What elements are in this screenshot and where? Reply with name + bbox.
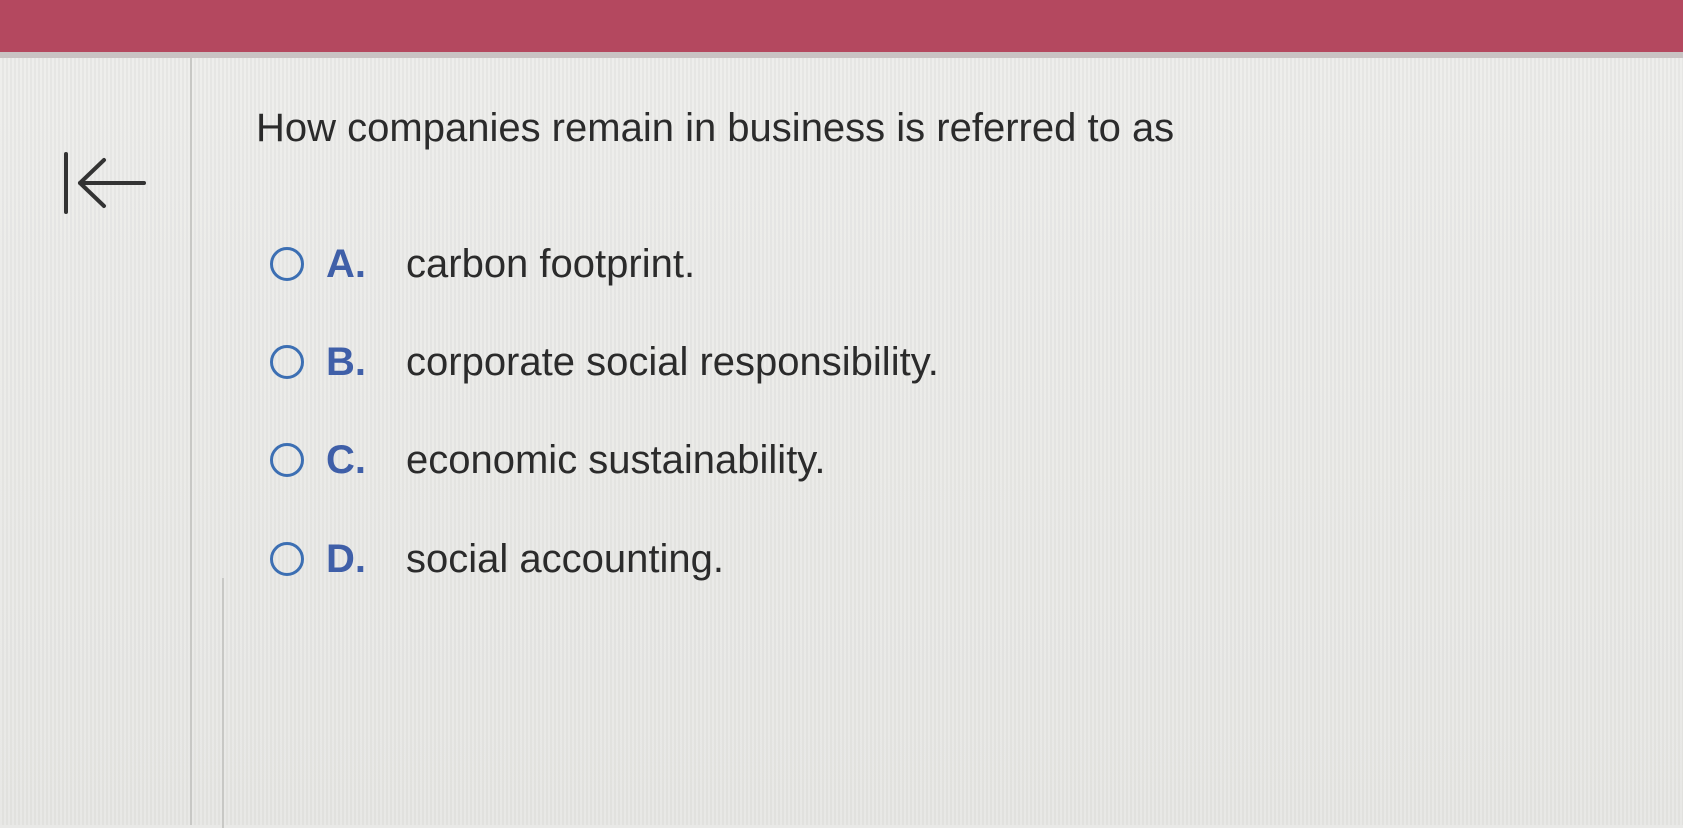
option-d[interactable]: D. social accounting. (270, 531, 724, 587)
option-text-a: carbon footprint. (406, 241, 696, 286)
panel-divider (222, 578, 224, 828)
radio-button-b[interactable] (270, 345, 304, 379)
option-a[interactable]: A. carbon footprint. (270, 236, 695, 292)
option-c[interactable]: C. economic sustainability. (270, 432, 825, 488)
option-letter-a: A. (326, 241, 366, 286)
option-text-c: economic sustainability. (406, 437, 826, 482)
radio-button-d[interactable] (270, 542, 304, 576)
question-panel: How companies remain in business is refe… (0, 58, 1683, 828)
question-text: How companies remain in business is refe… (256, 106, 1175, 150)
option-letter-c: C. (326, 437, 366, 482)
option-text-b: corporate social responsibility. (406, 339, 939, 384)
back-to-start-arrow-icon[interactable] (60, 148, 150, 220)
radio-button-c[interactable] (270, 443, 304, 477)
option-b[interactable]: B. corporate social responsibility. (270, 334, 939, 390)
left-nav-panel (0, 58, 192, 825)
radio-button-a[interactable] (270, 247, 304, 281)
option-letter-d: D. (326, 536, 366, 581)
option-letter-b: B. (326, 339, 366, 384)
option-text-d: social accounting. (406, 536, 724, 581)
header-bar (0, 0, 1683, 56)
